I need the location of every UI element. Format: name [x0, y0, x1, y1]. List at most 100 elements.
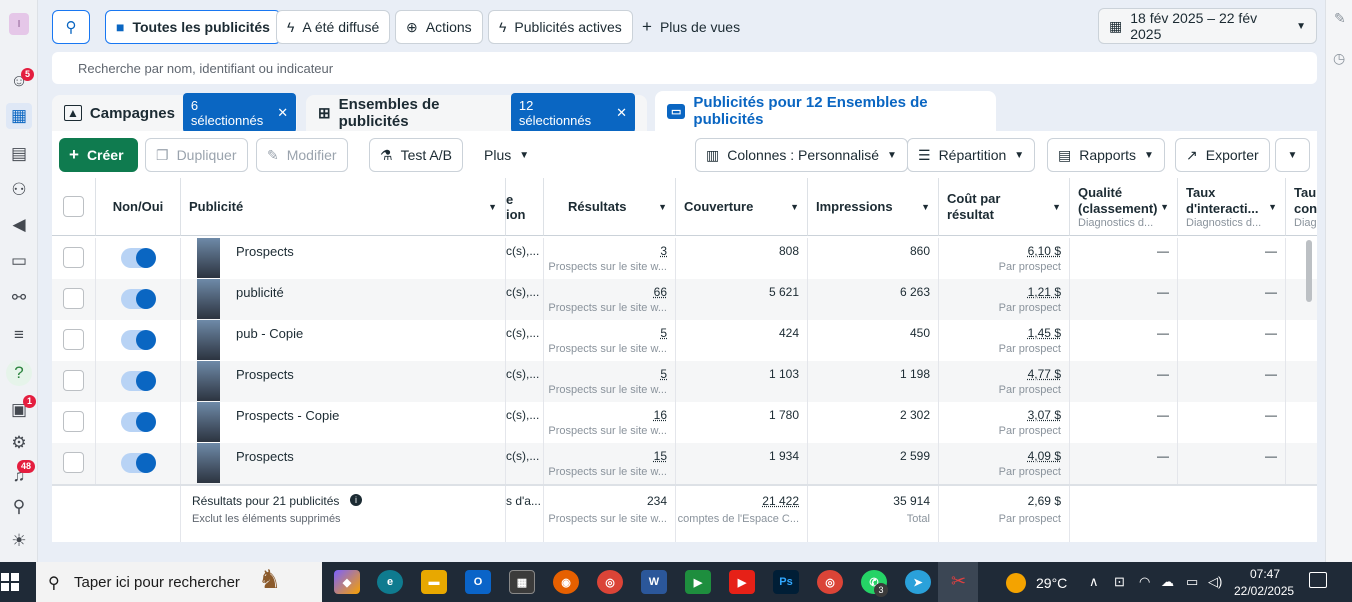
chrome-icon[interactable]: ◎ [597, 570, 623, 594]
edge-browser-icon[interactable]: e [377, 570, 403, 594]
battery-icon[interactable]: ▭ [1186, 574, 1198, 590]
header-results[interactable]: Résultats ▼ [544, 178, 676, 236]
business-graph-icon[interactable]: ⚯ [6, 285, 32, 311]
word-icon[interactable]: W [641, 570, 667, 594]
tab-ads[interactable]: ▭ Publicités pour 12 Ensembles de public… [655, 91, 996, 131]
filter-all-ads-button[interactable]: ■ Toutes les publicités [105, 10, 281, 44]
filter-actions-button[interactable]: ⊕ Actions [395, 10, 483, 44]
ad-toggle-switch[interactable] [121, 330, 156, 350]
firefox-icon[interactable]: ◉ [553, 570, 579, 594]
meet-now-icon[interactable]: ⊡ [1114, 574, 1125, 590]
clock-time[interactable]: 07:47 [1250, 567, 1280, 581]
row-results[interactable]: 5 [660, 367, 667, 381]
notification-center-icon[interactable] [1309, 572, 1327, 588]
ad-name[interactable]: pub - Copie [236, 326, 303, 341]
reports-button[interactable]: ▤ Rapports ▼ [1047, 138, 1165, 172]
row-results[interactable]: 5 [660, 326, 667, 340]
row-results[interactable]: 16 [654, 408, 667, 422]
header-engagement[interactable]: Taux d'interacti... Diagnostics d... ▼ [1178, 178, 1286, 236]
row-checkbox[interactable] [63, 288, 84, 309]
search-toggle-button[interactable]: ⚲ [52, 10, 90, 44]
close-icon[interactable]: ✕ [616, 105, 627, 121]
ad-thumbnail[interactable] [197, 238, 220, 278]
network-icon[interactable]: ◠ [1139, 574, 1150, 590]
row-cpr[interactable]: 1,21 $ [1028, 285, 1061, 299]
search-icon[interactable]: ⚲ [6, 494, 32, 520]
table-row[interactable]: pub - Copie c(s),... 5 Prospects sur le s… [52, 320, 1317, 361]
ad-name[interactable]: Prospects [236, 449, 294, 464]
ad-name[interactable]: Prospects - Copie [236, 408, 339, 423]
row-cpr[interactable]: 3,07 $ [1028, 408, 1061, 422]
ad-thumbnail[interactable] [197, 320, 220, 360]
row-cpr[interactable]: 4,09 $ [1028, 449, 1061, 463]
copilot-icon[interactable]: ◆ [334, 570, 360, 594]
ad-toggle-switch[interactable] [121, 412, 156, 432]
file-explorer-icon[interactable]: ▬ [421, 570, 447, 594]
volume-icon[interactable]: ◁) [1208, 574, 1222, 590]
ads-manager-table-icon[interactable]: ▦ [6, 103, 32, 129]
more-views-button[interactable]: + Plus de vues [632, 10, 750, 44]
row-checkbox[interactable] [63, 329, 84, 350]
row-checkbox[interactable] [63, 452, 84, 473]
bug-report-icon[interactable]: ☀ [6, 528, 32, 554]
adsets-selected-chip[interactable]: 12 sélectionnés ✕ [510, 93, 635, 133]
select-all-checkbox[interactable] [63, 196, 84, 217]
header-reach[interactable]: Couverture ▼ [676, 178, 808, 236]
clock-date[interactable]: 22/02/2025 [1234, 584, 1294, 598]
ad-thumbnail[interactable] [197, 443, 220, 483]
columns-button[interactable]: ▥ Colonnes : Personnalisé ▼ [695, 138, 908, 172]
header-ad[interactable]: Publicité ▼ [181, 178, 506, 236]
cloud-icon[interactable]: ☁ [1161, 574, 1174, 590]
header-clipped[interactable]: e ion [506, 178, 544, 236]
info-icon[interactable]: i [350, 494, 362, 506]
filter-delivered-button[interactable]: ϟ A été diffusé [276, 10, 391, 44]
duplicate-button[interactable]: ❐ Dupliquer [145, 138, 248, 172]
row-results[interactable]: 15 [654, 449, 667, 463]
ad-name[interactable]: Prospects [236, 244, 294, 259]
breakdown-button[interactable]: ☰ Répartition ▼ [907, 138, 1036, 172]
table-row[interactable]: Prospects c(s),... 15 Prospects sur le si… [52, 443, 1317, 484]
megaphone-icon[interactable]: ◀ [6, 212, 32, 238]
table-row[interactable]: publicité c(s),... 66 Prospects sur le si… [52, 279, 1317, 320]
audiences-icon[interactable]: ⚇ [6, 177, 32, 203]
telegram-icon[interactable]: ➤ [905, 570, 931, 594]
windows-start-icon[interactable] [0, 572, 20, 592]
more-button[interactable]: Plus ▼ [474, 138, 540, 172]
pencil-icon[interactable]: ✎ [1334, 10, 1346, 27]
ad-thumbnail[interactable] [197, 361, 220, 401]
table-row[interactable]: Prospects - Copie c(s),... 16 Prospects s… [52, 402, 1317, 443]
table-row[interactable]: Prospects c(s),... 3 Prospects sur le sit… [52, 238, 1317, 279]
photoshop-icon[interactable]: Ps [773, 570, 799, 594]
ad-toggle-switch[interactable] [121, 289, 156, 309]
ab-test-button[interactable]: ⚗ Test A/B [369, 138, 463, 172]
account-avatar[interactable]: I [9, 13, 29, 35]
filter-active-ads-button[interactable]: ϟ Publicités actives [488, 10, 633, 44]
active-app-tile[interactable]: ✂ [938, 562, 978, 602]
row-results[interactable]: 3 [660, 244, 667, 258]
temperature[interactable]: 29°C [1036, 575, 1067, 591]
header-quality[interactable]: Qualité (classement) Diagnostics d... ▼ [1070, 178, 1178, 236]
settings-gear-icon[interactable]: ⚙ [6, 430, 32, 456]
header-conversion[interactable]: Tau con Diag [1286, 178, 1317, 236]
row-results[interactable]: 66 [654, 285, 667, 299]
search-input[interactable]: Recherche par nom, identifiant ou indica… [52, 52, 1317, 84]
ad-toggle-switch[interactable] [121, 248, 156, 268]
ad-thumbnail[interactable] [197, 279, 220, 319]
row-checkbox[interactable] [63, 370, 84, 391]
header-impressions[interactable]: Impressions ▼ [808, 178, 939, 236]
tab-campaigns[interactable]: ▲ Campagnes 6 sélectionnés ✕ [52, 93, 297, 133]
campaigns-selected-chip[interactable]: 6 sélectionnés ✕ [182, 93, 297, 133]
totals-reach[interactable]: 21 422 [762, 494, 799, 508]
billing-card-icon[interactable]: ▭ [6, 248, 32, 274]
tab-adsets[interactable]: ⊞ Ensembles de publicités 12 sélectionné… [306, 93, 647, 133]
date-range-picker[interactable]: ▦ 18 fév 2025 – 22 fév 2025 ▼ [1098, 8, 1317, 44]
ad-name[interactable]: publicité [236, 285, 284, 300]
pages-icon[interactable]: ▤ [6, 141, 32, 167]
help-icon[interactable]: ? [6, 360, 32, 386]
ad-name[interactable]: Prospects [236, 367, 294, 382]
taskbar-search-box[interactable]: ⚲ Taper ici pour rechercher ♞ [36, 562, 322, 602]
menu-icon[interactable]: ≡ [6, 322, 32, 348]
vertical-scrollbar[interactable] [1306, 240, 1312, 302]
ad-toggle-switch[interactable] [121, 371, 156, 391]
meet-icon[interactable]: ▶ [685, 570, 711, 594]
